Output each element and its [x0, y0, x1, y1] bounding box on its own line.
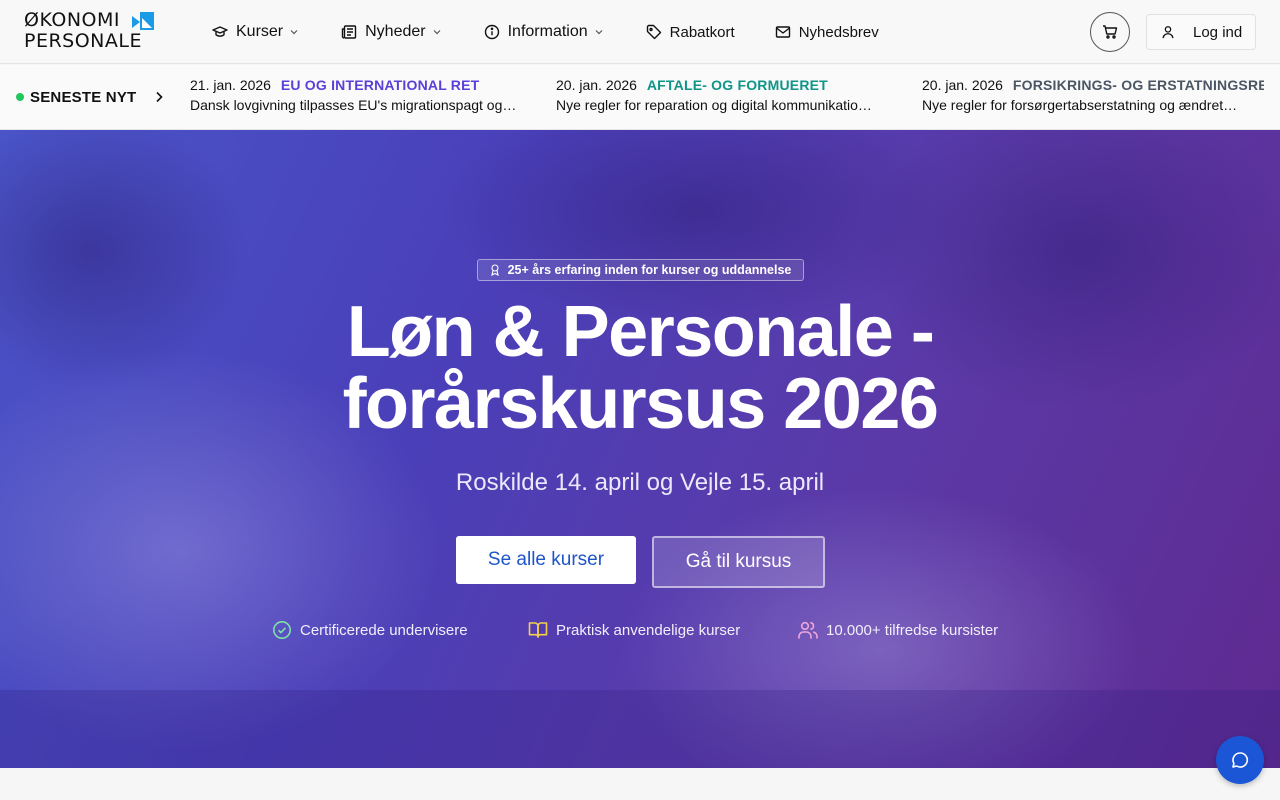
check-circle-icon	[273, 621, 291, 639]
site-header: ØKONOMI PERSONALE Kurser Nyheder Informa…	[0, 0, 1280, 64]
logo-mark-icon	[132, 12, 154, 30]
shopping-cart-icon	[1103, 25, 1118, 39]
news-date: 21. jan. 2026	[190, 77, 271, 93]
info-circle-icon	[484, 24, 499, 40]
newspaper-icon	[341, 25, 357, 39]
ticker-heading[interactable]: SENESTE NYT	[16, 65, 164, 129]
ticker-heading-label: SENESTE NYT	[30, 88, 137, 106]
feature-practical-courses: Praktisk anvendelige kurser	[528, 619, 740, 641]
experience-badge: 25+ års erfaring inden for kurser og udd…	[477, 259, 804, 281]
nav-item-nyheder[interactable]: Nyheder	[341, 0, 441, 64]
news-item[interactable]: 21. jan. 2026 EU OG INTERNATIONAL RET Da…	[190, 77, 536, 113]
tag-icon	[646, 24, 661, 40]
user-icon	[1162, 26, 1174, 39]
hero-subtitle: Roskilde 14. april og Vejle 15. april	[455, 469, 825, 496]
chevron-down-icon	[290, 30, 298, 35]
cart-button[interactable]	[1090, 12, 1130, 52]
feature-label: 10.000+ tilfredse kursister	[826, 621, 999, 639]
news-meta: 20. jan. 2026 AFTALE- OG FORMUERET	[556, 77, 902, 93]
news-item[interactable]: 20. jan. 2026 FORSIKRINGS- OG ERSTATNING…	[922, 77, 1264, 113]
nav-item-information-label: Information	[507, 23, 588, 40]
chat-button[interactable]	[1216, 736, 1264, 784]
nav-item-kurser-label: Kurser	[236, 23, 284, 40]
news-meta: 21. jan. 2026 EU OG INTERNATIONAL RET	[190, 77, 536, 93]
live-indicator-dot	[16, 93, 24, 101]
hero-title-line-2: forårskursus 2026	[342, 364, 939, 444]
login-label: Log ind	[1193, 23, 1243, 41]
go-to-course-button[interactable]: Gå til kursus	[652, 536, 825, 588]
feature-label: Certificerede undervisere	[300, 621, 468, 639]
news-ticker: SENESTE NYT 21. jan. 2026 EU OG INTERNAT…	[0, 65, 1280, 130]
feature-certified-teachers: Certificerede undervisere	[272, 619, 468, 641]
news-meta: 20. jan. 2026 FORSIKRINGS- OG ERSTATNING…	[922, 77, 1264, 93]
experience-badge-label: 25+ års erfaring inden for kurser og udd…	[507, 263, 792, 277]
hero-background-photo	[0, 130, 1280, 768]
logo-line-2: PERSONALE	[24, 30, 142, 52]
users-icon	[798, 621, 818, 639]
hero-section: 25+ års erfaring inden for kurser og udd…	[0, 130, 1280, 768]
open-book-icon	[528, 622, 548, 638]
hero-title: Løn & Personale - forårskursus 2026	[240, 296, 1040, 440]
hero-title-line-1: Løn & Personale -	[346, 292, 935, 372]
nav-item-nyheder-label: Nyheder	[365, 23, 426, 40]
nav-item-nyhedsbrev[interactable]: Nyhedsbrev	[775, 0, 879, 64]
news-title: Nye regler for reparation og digital kom…	[556, 97, 872, 113]
news-title: Dansk lovgivning tilpasses EU's migratio…	[190, 97, 517, 113]
award-icon	[490, 264, 499, 276]
main-nav: Kurser Nyheder Information Rabatkort Nyh…	[212, 0, 919, 64]
chevron-right-icon	[156, 91, 164, 103]
feature-satisfied-students: 10.000+ tilfredse kursister	[798, 619, 998, 641]
news-title: Nye regler for forsørgertabserstatning o…	[922, 97, 1238, 113]
nav-item-nyhedsbrev-label: Nyhedsbrev	[798, 23, 879, 41]
envelope-icon	[775, 26, 790, 38]
nav-item-rabatkort[interactable]: Rabatkort	[646, 0, 735, 64]
news-category: EU OG INTERNATIONAL RET	[280, 77, 480, 93]
login-button[interactable]: Log ind	[1146, 14, 1256, 50]
nav-item-information[interactable]: Information	[484, 0, 604, 64]
news-category: AFTALE- OG FORMUERET	[646, 77, 828, 93]
see-all-courses-button[interactable]: Se alle kurser	[456, 536, 636, 584]
chat-bubble-icon	[1232, 752, 1249, 768]
nav-item-rabatkort-label: Rabatkort	[669, 23, 735, 41]
site-logo[interactable]: ØKONOMI PERSONALE	[24, 10, 154, 54]
feature-label: Praktisk anvendelige kurser	[556, 621, 741, 639]
nav-item-kurser[interactable]: Kurser	[212, 0, 299, 64]
chevron-down-icon	[433, 30, 441, 35]
news-category: FORSIKRINGS- OG ERSTATNINGSRE	[1012, 77, 1264, 93]
chevron-down-icon	[595, 30, 603, 35]
graduation-cap-icon	[212, 26, 228, 37]
news-date: 20. jan. 2026	[922, 77, 1003, 93]
news-item[interactable]: 20. jan. 2026 AFTALE- OG FORMUERET Nye r…	[556, 77, 902, 113]
news-date: 20. jan. 2026	[556, 77, 637, 93]
